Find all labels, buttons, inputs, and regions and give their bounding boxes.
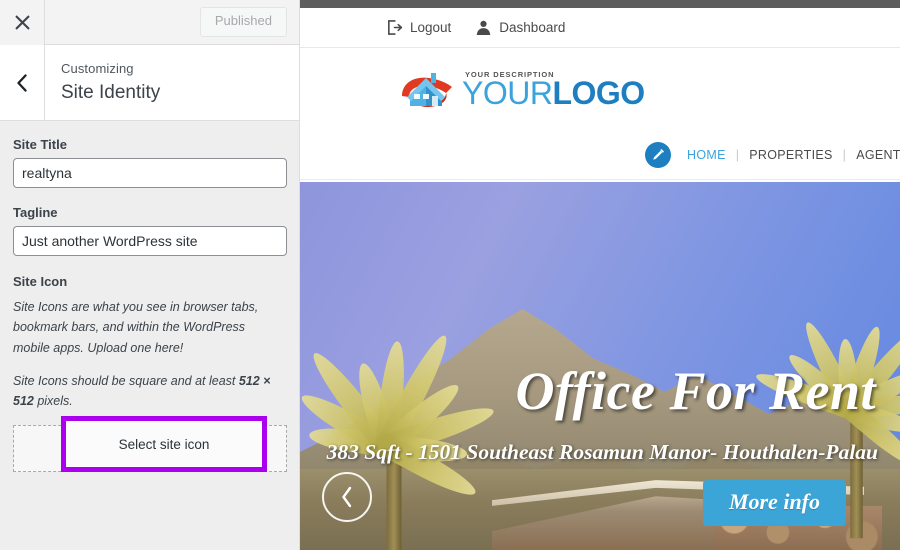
more-info-button[interactable]: More info bbox=[702, 480, 846, 526]
user-icon bbox=[475, 19, 492, 36]
customizer-controls: Site Title Tagline Site Icon Site Icons … bbox=[0, 121, 299, 473]
pencil-icon[interactable] bbox=[645, 142, 671, 168]
site-icon-description-1: Site Icons are what you see in browser t… bbox=[13, 300, 259, 355]
site-utility-bar: Logout Dashboard bbox=[300, 8, 900, 48]
dashboard-label: Dashboard bbox=[499, 20, 566, 35]
tagline-field-group: Tagline bbox=[13, 205, 287, 256]
logo-wordmark: YOUR DESCRIPTION YOURLOGO bbox=[462, 70, 645, 109]
customizer-section-header: Customizing Site Identity bbox=[0, 45, 299, 121]
nav-item-home[interactable]: HOME bbox=[687, 148, 726, 162]
select-site-icon-button[interactable]: Select site icon bbox=[61, 416, 267, 473]
select-site-icon-label: Select site icon bbox=[118, 436, 210, 452]
nav-separator: | bbox=[842, 147, 847, 162]
nav-separator: | bbox=[735, 147, 740, 162]
site-preview-pane: Logout Dashboard YOUR DESCRIPTION YOURLO… bbox=[300, 0, 900, 550]
close-icon[interactable] bbox=[0, 0, 45, 45]
site-icon-desc2-suffix: pixels. bbox=[33, 394, 73, 408]
page-title: Site Identity bbox=[61, 81, 161, 103]
nav-menu: HOME | PROPERTIES | AGENTS | BLOG bbox=[687, 148, 900, 162]
site-icon-label: Site Icon bbox=[13, 274, 68, 289]
tagline-label: Tagline bbox=[13, 205, 58, 220]
back-icon[interactable] bbox=[0, 45, 45, 120]
site-logo[interactable]: YOUR DESCRIPTION YOURLOGO bbox=[300, 48, 900, 130]
chevron-left-icon[interactable] bbox=[322, 472, 372, 522]
site-title-input[interactable] bbox=[13, 158, 287, 188]
customizer-topbar: Published bbox=[0, 0, 299, 45]
site-icon-description-2: Site Icons should be square and at least… bbox=[13, 371, 285, 412]
site-icon-upload-area: Select site icon bbox=[13, 416, 287, 473]
tagline-input[interactable] bbox=[13, 226, 287, 256]
hero-title: Office For Rent bbox=[515, 361, 876, 421]
house-logo-icon bbox=[400, 63, 458, 115]
logout-icon bbox=[386, 19, 403, 36]
customizer-panel: Published Customizing Site Identity Site… bbox=[0, 0, 300, 550]
logout-link[interactable]: Logout bbox=[386, 19, 451, 36]
logo-words: YOURLOGO bbox=[462, 77, 645, 109]
logo-word-light: YOUR bbox=[462, 74, 553, 111]
wp-admin-bar bbox=[300, 0, 900, 8]
logo-word-bold: LOGO bbox=[552, 74, 645, 111]
breadcrumb: Customizing bbox=[61, 60, 134, 76]
site-title-field-group: Site Title bbox=[13, 137, 287, 188]
section-titles: Customizing Site Identity bbox=[45, 45, 160, 120]
publish-button[interactable]: Published bbox=[199, 7, 287, 37]
logout-label: Logout bbox=[410, 20, 452, 35]
dashboard-link[interactable]: Dashboard bbox=[475, 19, 565, 36]
site-icon-desc2-prefix: Site Icons should be square and at least bbox=[13, 373, 239, 388]
site-main-nav: HOME | PROPERTIES | AGENTS | BLOG bbox=[300, 130, 900, 180]
site-title-label: Site Title bbox=[13, 137, 67, 152]
hero-subtitle: 383 Sqft - 1501 Southeast Rosamun Manor-… bbox=[326, 440, 878, 464]
nav-item-agents[interactable]: AGENTS bbox=[856, 148, 900, 162]
customizer-screen: Published Customizing Site Identity Site… bbox=[0, 0, 900, 550]
site-icon-field-group: Site Icon Site Icons are what you see in… bbox=[13, 274, 287, 473]
nav-item-properties[interactable]: PROPERTIES bbox=[749, 148, 832, 162]
hero-slider: Office For Rent 383 Sqft - 1501 Southeas… bbox=[300, 182, 900, 550]
